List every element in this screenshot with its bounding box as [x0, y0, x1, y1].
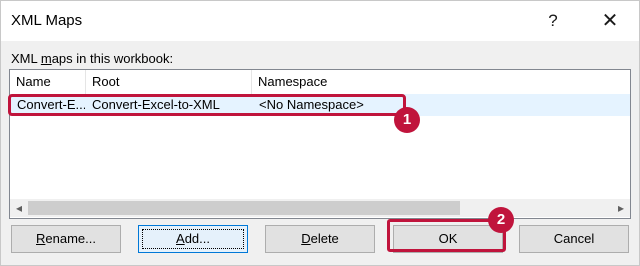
delete-mnemonic: D	[301, 231, 311, 246]
label-part: XML	[11, 51, 41, 66]
scroll-left-icon[interactable]: ◂	[10, 199, 28, 217]
title-bar: XML Maps ? ✕	[1, 1, 639, 41]
ok-button[interactable]: OK	[393, 225, 503, 253]
dialog-title: XML Maps	[11, 12, 83, 29]
delete-label: elete	[310, 231, 339, 246]
cancel-button[interactable]: Cancel	[519, 225, 629, 253]
label-mnemonic: m	[40, 51, 52, 66]
close-icon[interactable]: ✕	[598, 9, 622, 33]
rename-mnemonic: R	[36, 231, 46, 246]
column-header-name[interactable]: Name	[10, 70, 86, 94]
step-badge-2: 2	[488, 207, 514, 233]
focus-rectangle	[142, 229, 244, 249]
row-root-cell: Convert-Excel-to-XML	[92, 97, 220, 112]
step-badge-1: 1	[394, 107, 420, 133]
column-header-root[interactable]: Root	[86, 70, 252, 94]
rename-button[interactable]: Rename...	[11, 225, 121, 253]
list-header: Name Root Namespace	[10, 70, 630, 94]
rename-label: ename...	[45, 231, 96, 246]
maps-section-label: XML maps in this workbook:	[11, 51, 173, 66]
row-name-cell: Convert-E...	[17, 97, 85, 112]
scroll-right-icon[interactable]: ▸	[612, 199, 630, 217]
column-header-namespace[interactable]: Namespace	[252, 70, 630, 94]
help-icon[interactable]: ?	[541, 9, 565, 33]
add-button[interactable]: Add...	[138, 225, 248, 253]
label-part: aps in this workbook:	[51, 51, 174, 66]
horizontal-scrollbar[interactable]: ◂ ▸	[10, 199, 630, 217]
xml-maps-dialog: XML Maps ? ✕ XML maps in this workbook: …	[0, 0, 640, 266]
table-row[interactable]: Convert-E... Convert-Excel-to-XML <No Na…	[10, 94, 630, 116]
xml-maps-list[interactable]: Name Root Namespace Convert-E... Convert…	[9, 69, 631, 219]
delete-button[interactable]: Delete	[265, 225, 375, 253]
scrollbar-thumb[interactable]	[28, 201, 460, 215]
